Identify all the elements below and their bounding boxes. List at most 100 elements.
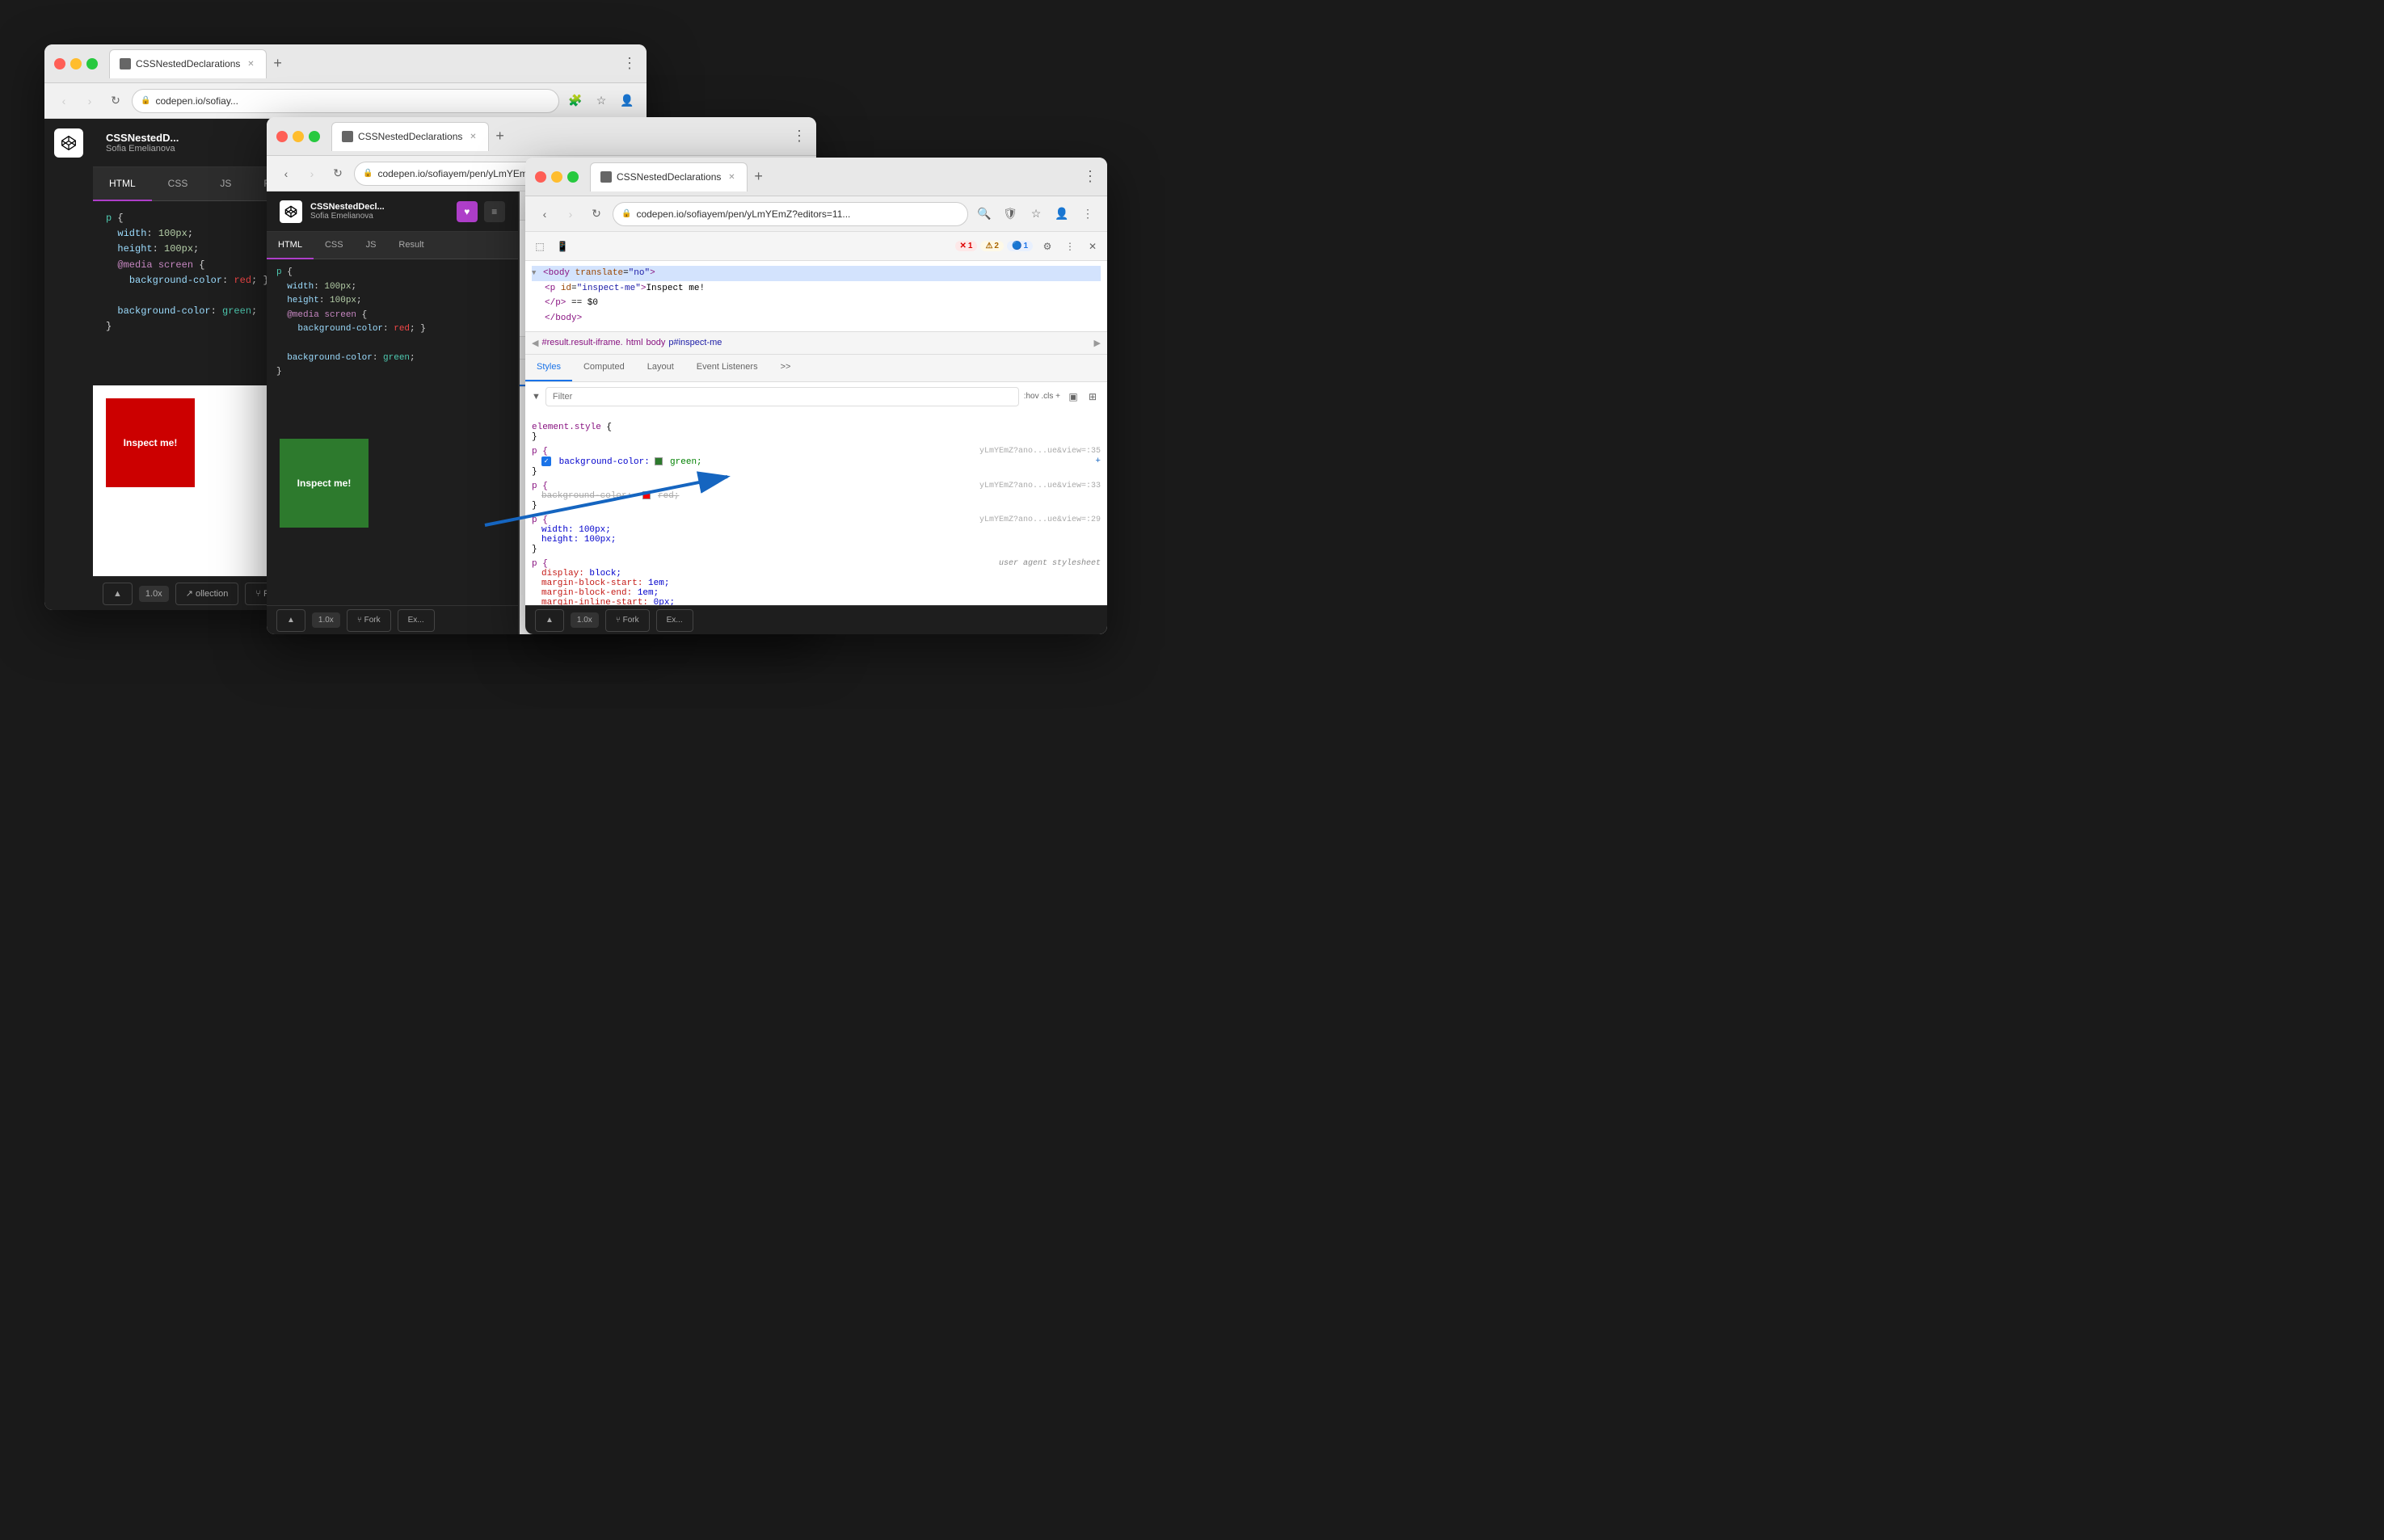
url-box-3[interactable]: 🔒 codepen.io/sofiayem/pen/yLmYEmZ?editor…	[613, 202, 968, 226]
device-icon-3[interactable]: 📱	[554, 238, 571, 255]
tab-title-3: CSSNestedDeclarations	[617, 171, 721, 183]
minimize-button-2[interactable]	[293, 131, 304, 142]
close-button-2[interactable]	[276, 131, 288, 142]
extensions-button-1[interactable]: 🧩	[566, 91, 585, 111]
rule-green-src-3: yLmYEmZ?ano...ue&view=:35	[979, 447, 1101, 456]
reload-button-3[interactable]: ↻	[587, 204, 606, 224]
more-icon-3[interactable]: ⋮	[1062, 238, 1078, 255]
address-bar-1: ‹ › ↻ 🔒 codepen.io/sofiay... 🧩 ☆ 👤	[44, 83, 647, 119]
menu-dots-1[interactable]: ⋮	[622, 55, 637, 72]
tab-css-1[interactable]: CSS	[152, 167, 204, 201]
pen-info-1: CSSNestedD... Sofia Emelianova	[106, 132, 179, 154]
star-button-1[interactable]: ☆	[592, 91, 611, 111]
browser-window-3: CSSNestedDeclarations ✕ + ⋮ ‹ › ↻ 🔒 code…	[525, 158, 1107, 634]
inspect-box-1[interactable]: Inspect me!	[106, 398, 195, 487]
shield-icon-3[interactable]: 🛡	[1000, 204, 1020, 224]
new-tab-button-3[interactable]: +	[754, 168, 763, 185]
close-button-1[interactable]	[54, 58, 65, 69]
code2-line-1: p {	[276, 266, 508, 280]
warning-badge-3: ⚠ 2	[980, 241, 1004, 251]
close-button-3[interactable]	[535, 171, 546, 183]
active-tab-3[interactable]: CSSNestedDeclarations ✕	[590, 162, 748, 191]
tab-close-2[interactable]: ✕	[467, 131, 478, 142]
minimize-button-1[interactable]	[70, 58, 82, 69]
forward-button-1[interactable]: ›	[80, 91, 99, 111]
fork-button-2[interactable]: ⑂ Fork	[347, 609, 391, 632]
zoom-level-1: 1.0x	[139, 586, 169, 602]
traffic-lights-1	[54, 58, 98, 69]
breadcrumb-end-3: ▶	[1094, 338, 1101, 348]
tab-close-1[interactable]: ✕	[245, 58, 256, 69]
minimize-button-3[interactable]	[551, 171, 562, 183]
code2-line-3: height: 100px;	[276, 294, 508, 309]
add-rule-btn-3[interactable]: +	[1095, 457, 1101, 466]
rule-wh-src-3: yLmYEmZ?ano...ue&view=:29	[979, 515, 1101, 524]
tab-close-3[interactable]: ✕	[726, 171, 737, 183]
pen-title-2: CSSNestedDecl...	[310, 202, 385, 212]
dt-tab-computed-3[interactable]: Computed	[572, 354, 636, 381]
lock-icon-2: 🔒	[363, 169, 373, 178]
export-button-2[interactable]: Ex...	[398, 609, 435, 632]
tab-js-2[interactable]: JS	[355, 232, 388, 259]
star-button-3[interactable]: ☆	[1026, 204, 1046, 224]
checkbox-green-3[interactable]: ✓	[541, 457, 551, 466]
dt-tab-more-3[interactable]: >>	[769, 354, 802, 381]
title-bar-2: CSSNestedDeclarations ✕ + ⋮	[267, 117, 816, 156]
devtools-tabs-3: Styles Computed Layout Event Listeners >…	[525, 355, 1107, 382]
html3-line-2: <p id="inspect-me">Inspect me!	[532, 281, 1101, 297]
close-devtools-3[interactable]: ✕	[1085, 238, 1101, 255]
collapse-button-1[interactable]: ▲	[103, 583, 133, 605]
style-rule-element-3: element.style { }	[532, 423, 1101, 442]
reload-button-2[interactable]: ↻	[328, 164, 347, 183]
favicon-1	[120, 58, 131, 69]
profile-button-3[interactable]: 👤	[1052, 204, 1072, 224]
back-button-3[interactable]: ‹	[535, 204, 554, 224]
heart-button-2[interactable]: ♥	[457, 201, 478, 222]
lock-icon-1: 🔒	[141, 96, 150, 105]
maximize-button-2[interactable]	[309, 131, 320, 142]
inspect-box-2[interactable]: Inspect me!	[280, 439, 369, 528]
new-tab-button-2[interactable]: +	[495, 128, 504, 145]
menu-dots-3[interactable]: ⋮	[1083, 168, 1097, 185]
tab-html-2[interactable]: HTML	[267, 232, 314, 259]
codepen-logo-1[interactable]	[54, 128, 83, 158]
forward-button-2[interactable]: ›	[302, 164, 322, 183]
new-tab-button-1[interactable]: +	[273, 55, 282, 72]
dt-tab-styles-3[interactable]: Styles	[525, 354, 572, 381]
tab-js-1[interactable]: JS	[204, 167, 247, 201]
dt-tab-layout-3[interactable]: Layout	[636, 354, 685, 381]
filter-input-3[interactable]	[545, 387, 1019, 406]
fork-button-3[interactable]: ⑂ Fork	[605, 609, 650, 632]
profile-button-1[interactable]: 👤	[617, 91, 637, 111]
bottom-bar-2: ▲ 1.0x ⑂ Fork Ex...	[267, 605, 518, 634]
active-tab-1[interactable]: CSSNestedDeclarations ✕	[109, 49, 267, 78]
url-text-3: codepen.io/sofiayem/pen/yLmYEmZ?editors=…	[636, 208, 850, 220]
dt-tab-eventlisteners-3[interactable]: Event Listeners	[685, 354, 769, 381]
back-button-1[interactable]: ‹	[54, 91, 74, 111]
menu-button-3[interactable]: ⋮	[1078, 204, 1097, 224]
inspector-icon-3[interactable]: ⬚	[532, 238, 548, 255]
traffic-lights-3	[535, 171, 579, 183]
menu-dots-2[interactable]: ⋮	[792, 128, 807, 145]
collection-button-1[interactable]: ↗ ollection	[175, 583, 239, 605]
maximize-button-3[interactable]	[567, 171, 579, 183]
tab-strip-1: CSSNestedDeclarations ✕ +	[109, 49, 616, 78]
active-tab-2[interactable]: CSSNestedDeclarations ✕	[331, 122, 489, 151]
tab-css-2[interactable]: CSS	[314, 232, 355, 259]
collapse-button-2[interactable]: ▲	[276, 609, 305, 632]
export-button-3[interactable]: Ex...	[656, 609, 693, 632]
settings-icon-3[interactable]: ⚙	[1039, 238, 1055, 255]
reload-button-1[interactable]: ↻	[106, 91, 125, 111]
list-button-2[interactable]: ≡	[484, 201, 505, 222]
filter-icon-b-3[interactable]: ⊞	[1085, 389, 1101, 405]
filter-icon-a-3[interactable]: ▣	[1065, 389, 1081, 405]
collapse-button-3[interactable]: ▲	[535, 609, 564, 632]
tab-result-2[interactable]: Result	[387, 232, 435, 259]
zoom-icon-3[interactable]: 🔍	[975, 204, 994, 224]
forward-button-3[interactable]: ›	[561, 204, 580, 224]
tab-html-1[interactable]: HTML	[93, 167, 152, 201]
maximize-button-1[interactable]	[86, 58, 98, 69]
back-button-2[interactable]: ‹	[276, 164, 296, 183]
url-box-1[interactable]: 🔒 codepen.io/sofiay...	[132, 89, 559, 113]
code2-line-4: @media screen {	[276, 309, 508, 323]
